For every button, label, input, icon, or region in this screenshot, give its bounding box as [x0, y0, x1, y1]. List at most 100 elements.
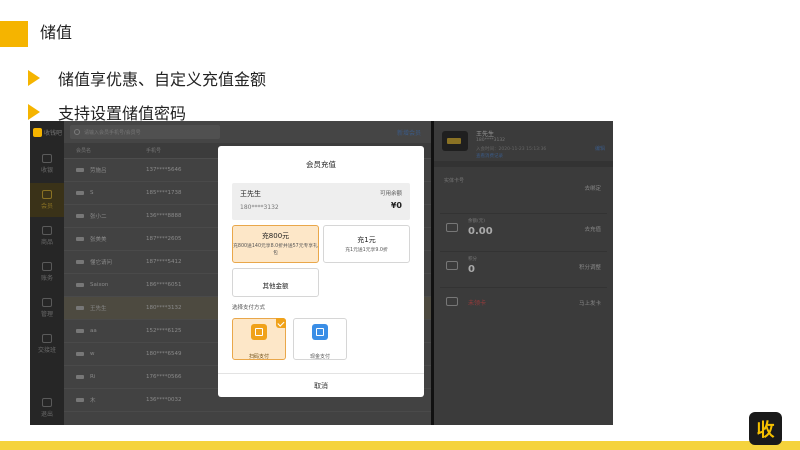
card-number-row[interactable]: 实体卡号 去绑定: [440, 173, 607, 205]
detail-history-link[interactable]: 查看消费记录: [476, 153, 503, 159]
search-icon: [74, 129, 80, 135]
pay-method-label: 选择支付方式: [232, 305, 266, 311]
sidebar-item-label: 账务: [40, 275, 53, 282]
sidebar-item-finance[interactable]: 账务: [30, 255, 64, 289]
sidebar-item-member[interactable]: 会员: [30, 183, 64, 217]
balance-row[interactable]: 余额(元) 0.00 去充值: [440, 213, 607, 245]
app-logo: 收钱吧: [33, 126, 63, 138]
modal-member-phone: 180****3132: [240, 204, 279, 211]
sidebar-item-label: 管理: [40, 311, 53, 318]
issue-card-action[interactable]: 马上发卡: [579, 299, 601, 307]
available-balance-label: 可用余额: [379, 191, 402, 197]
bullet-1-text: 储值享优惠、自定义充值金额: [58, 70, 267, 89]
cancel-button[interactable]: 取消: [218, 381, 424, 391]
cash-pay-option[interactable]: 现金支付: [293, 318, 347, 360]
avatar: [76, 375, 84, 379]
sidebar-item-exit[interactable]: 退出: [30, 391, 64, 425]
member-card-icon: [442, 131, 468, 151]
points-label: 积分: [468, 257, 477, 262]
sidebar-item-cashier[interactable]: 收银: [30, 147, 64, 181]
member-name: 木: [90, 398, 96, 404]
member-phone: 136****0032: [146, 397, 182, 403]
detail-name: 王先生: [476, 131, 495, 138]
app-screenshot: 收钱吧 收银 会员 商品 账务 管理 交接班 退出 请输入会员手机号/会员号 新…: [30, 121, 613, 425]
sidebar-item-shift[interactable]: 交接班: [30, 327, 64, 361]
column-header-phone: 手机号: [146, 148, 162, 154]
recharge-option-800[interactable]: 充800元 充800送140元享8.0折并送57元专享礼包: [232, 225, 319, 263]
points-adjust-action[interactable]: 积分调整: [579, 263, 601, 271]
brand-logo-text: 收: [756, 419, 775, 441]
avatar: [76, 168, 84, 172]
scan-pay-option[interactable]: 扫码支付: [232, 318, 286, 360]
detail-join-time: 入会时间：2020-11-23 15:13:36: [476, 147, 547, 152]
title-accent-bar: [0, 21, 28, 47]
balance-value: 0.00: [468, 226, 493, 237]
member-phone: 180****6549: [146, 351, 182, 357]
column-header-name: 会员名: [76, 148, 92, 154]
modal-title: 会员充值: [306, 160, 336, 169]
option-title: 充1元: [357, 236, 376, 244]
goods-icon: [42, 226, 52, 235]
triangle-bullet-icon: [28, 104, 40, 120]
member-name: Saixon: [90, 282, 109, 288]
finance-icon: [42, 262, 52, 271]
search-input[interactable]: 请输入会员手机号/会员号: [70, 125, 220, 139]
member-name: aa: [90, 328, 97, 334]
pay-method-name: 现金支付: [309, 354, 330, 360]
option-subtitle: 充1元送1元享9.0折: [345, 248, 388, 253]
check-icon: [276, 318, 286, 328]
recharge-option-1[interactable]: 充1元 充1元送1元享9.0折: [323, 225, 410, 263]
avatar: [76, 260, 84, 264]
top-bar: 请输入会员手机号/会员号 新增会员: [64, 121, 431, 143]
modal-member-name: 王先生: [240, 190, 261, 198]
avatar: [76, 352, 84, 356]
sidebar: 收钱吧 收银 会员 商品 账务 管理 交接班 退出: [30, 121, 64, 425]
member-phone: 185****1738: [146, 190, 182, 196]
new-member-button[interactable]: 新增会员: [397, 128, 421, 137]
member-phone: 186****6051: [146, 282, 182, 288]
edit-member-button[interactable]: 编辑: [595, 145, 605, 152]
member-phone: 176****0566: [146, 374, 182, 380]
member-name: 懂它请问: [90, 260, 113, 266]
slide-title: 储值: [40, 23, 73, 42]
logo-text: 收钱吧: [44, 129, 63, 137]
points-value: 0: [468, 264, 475, 275]
avatar: [76, 283, 84, 287]
sidebar-item-label: 交接班: [37, 347, 56, 354]
points-row[interactable]: 积分 0 积分调整: [440, 251, 607, 283]
sidebar-item-label: 退出: [40, 411, 53, 418]
modal-member-info: 王先生 180****3132 可用余额 ¥0: [232, 183, 410, 220]
balance-label: 余额(元): [468, 219, 486, 224]
bind-card-action[interactable]: 去绑定: [584, 184, 601, 192]
card-number-label: 实体卡号: [444, 178, 465, 184]
recharge-modal: 会员充值 王先生 180****3132 可用余额 ¥0 充800元 充800送…: [218, 146, 424, 397]
sidebar-item-goods[interactable]: 商品: [30, 219, 64, 253]
search-placeholder: 请输入会员手机号/会员号: [84, 129, 141, 136]
recharge-action[interactable]: 去充值: [584, 225, 601, 233]
member-name: 张美美: [90, 237, 107, 243]
member-name: 张小二: [90, 214, 107, 220]
avatar: [76, 214, 84, 218]
logo-icon: [33, 127, 42, 137]
option-title: 其他金额: [262, 282, 289, 290]
member-name: 王先生: [90, 306, 107, 312]
member-phone: 180****3132: [146, 305, 182, 311]
member-icon: [42, 190, 52, 199]
brand-logo: 收: [749, 412, 782, 445]
member-phone: 137****5646: [146, 167, 182, 173]
member-name: w: [90, 351, 95, 357]
option-subtitle: 充800送140元享8.0折并送57元专享礼包: [233, 244, 318, 256]
sidebar-item-label: 收银: [40, 167, 53, 174]
wallet-icon: [446, 223, 458, 232]
scan-pay-icon: [251, 324, 267, 340]
bullet-1: 储值享优惠、自定义充值金额: [28, 66, 266, 90]
member-name: Ri: [90, 374, 96, 380]
recharge-option-custom[interactable]: 其他金额: [232, 268, 319, 297]
avatar: [76, 398, 84, 402]
card-promo-row[interactable]: 未领卡 马上发卡: [440, 287, 607, 319]
member-name: S: [90, 190, 94, 196]
cash-pay-icon: [312, 324, 328, 340]
slide: 储值 储值享优惠、自定义充值金额 支持设置储值密码 收钱吧 收银 会员 商品 账…: [0, 0, 800, 450]
sidebar-item-manage[interactable]: 管理: [30, 291, 64, 325]
avatar: [76, 237, 84, 241]
